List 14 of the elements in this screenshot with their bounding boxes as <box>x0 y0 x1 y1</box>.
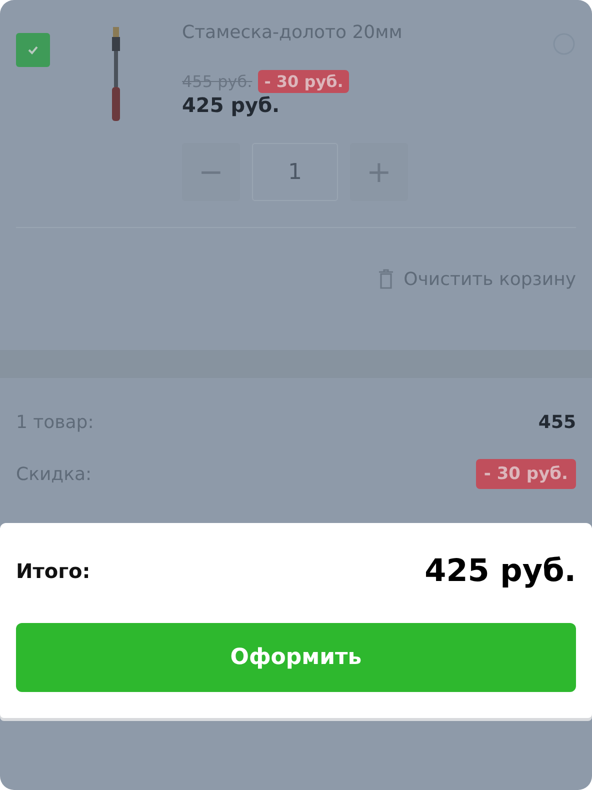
quantity-field[interactable]: 1 <box>252 143 338 201</box>
plus-button[interactable]: + <box>350 143 408 201</box>
checkmark-icon <box>27 44 39 56</box>
chisel-icon <box>109 27 123 123</box>
total-amount: 425 руб. <box>424 553 576 589</box>
summary-value: 455 <box>538 412 576 432</box>
discount-badge: - 30 руб. <box>258 70 350 93</box>
checkbox[interactable] <box>16 33 50 67</box>
minus-button[interactable]: − <box>182 143 240 201</box>
product-price: 425 руб. <box>182 93 281 117</box>
trash-icon <box>378 268 394 290</box>
total-label: Итого: <box>16 559 90 583</box>
checkout-button[interactable]: Оформить <box>16 623 576 692</box>
discount-badge: - 30 руб. <box>476 459 576 489</box>
